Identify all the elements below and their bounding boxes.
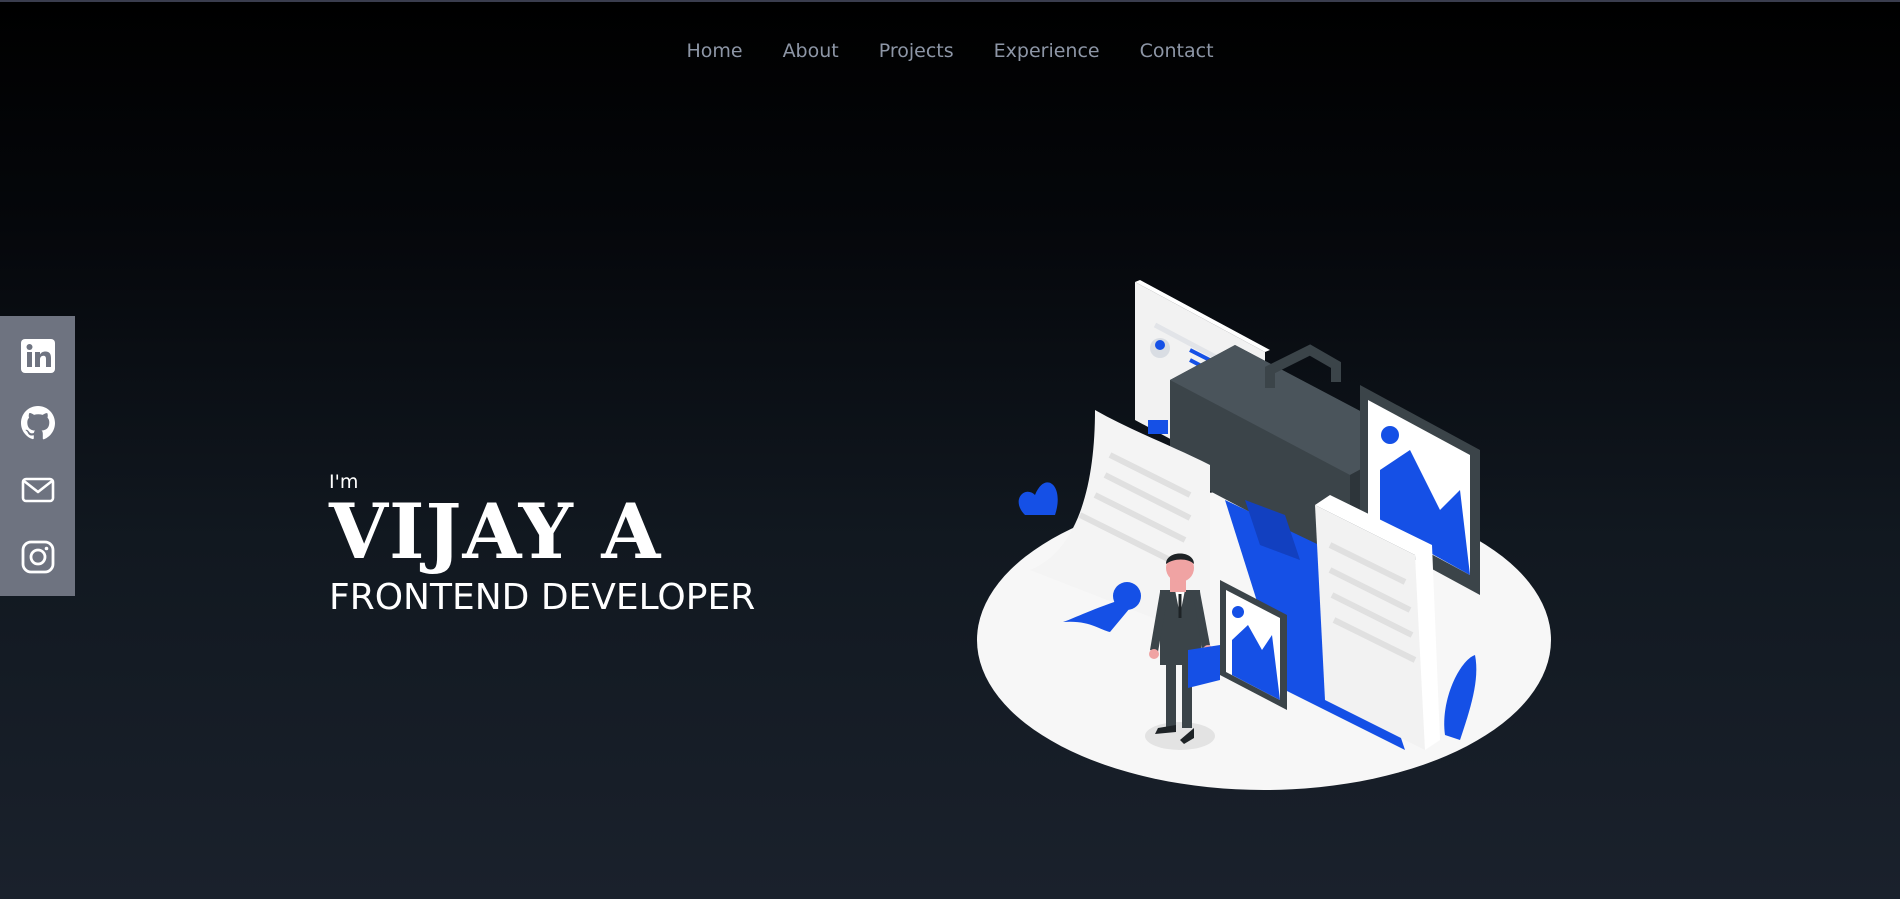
hero-role: FRONTEND DEVELOPER <box>329 577 756 618</box>
plant-left <box>1018 482 1058 515</box>
social-sidebar <box>0 316 75 596</box>
top-border <box>0 0 1900 2</box>
linkedin-icon[interactable] <box>19 337 57 375</box>
github-icon[interactable] <box>19 404 57 442</box>
nav-projects-link[interactable]: Projects <box>879 40 954 62</box>
hero-section: I'm VIJAY A FRONTEND DEVELOPER <box>329 471 755 618</box>
portfolio-illustration <box>977 280 1551 790</box>
mail-icon[interactable] <box>19 471 57 509</box>
hero-name: VIJAY A <box>329 487 662 576</box>
nav-home-link[interactable]: Home <box>686 40 742 62</box>
nav-experience-link[interactable]: Experience <box>994 40 1100 62</box>
nav-about-link[interactable]: About <box>783 40 839 62</box>
instagram-icon[interactable] <box>19 538 57 576</box>
nav-contact-link[interactable]: Contact <box>1140 40 1214 62</box>
main-nav: Home About Projects Experience Contact <box>0 40 1900 62</box>
